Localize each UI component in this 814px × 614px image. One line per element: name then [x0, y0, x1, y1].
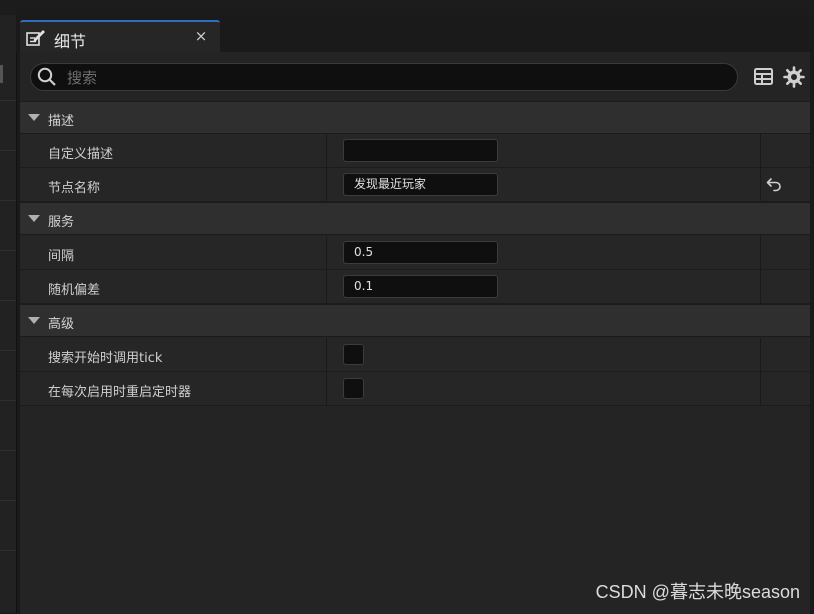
section-label: 高级 [48, 317, 75, 332]
property-row-random-deviation: 随机偏差 0.1 [20, 270, 810, 304]
column-divider[interactable] [326, 338, 327, 371]
property-row-interval: 间隔 0.5 [20, 236, 810, 270]
section-label: 服务 [48, 215, 75, 230]
left-panel-line [0, 250, 16, 251]
property-row-custom-description: 自定义描述 [20, 134, 810, 168]
left-panel-line [0, 100, 16, 101]
property-label: 随机偏差 [48, 283, 101, 298]
column-divider[interactable] [326, 270, 327, 303]
top-strip [0, 0, 814, 16]
left-panel-line [0, 150, 16, 151]
pencil-note-icon [26, 30, 45, 46]
reset-to-default-icon[interactable] [766, 176, 782, 192]
left-side-panel [0, 15, 17, 613]
property-row-call-tick-on-search-start: 搜索开始时调用tick [20, 338, 810, 372]
left-panel-line [0, 300, 16, 301]
table-view-icon[interactable] [753, 66, 775, 88]
watermark: CSDN @暮志未晚season [595, 582, 800, 602]
caret-down-icon [28, 215, 40, 222]
property-label: 搜索开始时调用tick [48, 351, 163, 366]
column-divider [760, 372, 761, 405]
random-deviation-field[interactable]: 0.1 [343, 275, 498, 298]
property-row-node-name: 节点名称 发现最近玩家 [20, 168, 810, 202]
search-icon [37, 67, 56, 86]
column-divider[interactable] [326, 372, 327, 405]
property-label: 间隔 [48, 249, 75, 264]
left-panel-line [0, 400, 16, 401]
tab-bar: 细节 × [16, 15, 814, 52]
tab-title: 细节 [54, 32, 87, 51]
section-label: 描述 [48, 114, 75, 129]
column-divider[interactable] [326, 236, 327, 269]
gear-icon[interactable] [783, 66, 805, 88]
left-panel-line [0, 550, 16, 551]
property-label: 在每次启用时重启定时器 [48, 385, 192, 400]
custom-description-field[interactable] [343, 139, 498, 162]
column-divider [760, 236, 761, 269]
interval-field[interactable]: 0.5 [343, 241, 498, 264]
left-panel-grip[interactable] [0, 65, 3, 83]
tab-details[interactable]: 细节 × [20, 20, 220, 52]
details-panel: 描述 自定义描述 节点名称 发现最近玩家 服务 间隔 0.5 随机偏差 0.1 … [20, 52, 810, 614]
search-box[interactable] [30, 63, 738, 91]
restart-timer-on-activation-checkbox[interactable] [343, 378, 364, 399]
section-advanced[interactable]: 高级 [20, 304, 810, 337]
column-divider [760, 134, 761, 167]
call-tick-on-search-start-checkbox[interactable] [343, 344, 364, 365]
close-icon[interactable]: × [192, 27, 210, 45]
section-description[interactable]: 描述 [20, 101, 810, 134]
column-divider [760, 270, 761, 303]
left-panel-line [0, 200, 16, 201]
property-label: 节点名称 [48, 181, 101, 196]
caret-down-icon [28, 317, 40, 324]
column-divider [760, 338, 761, 371]
left-panel-line [0, 500, 16, 501]
left-panel-line [0, 450, 16, 451]
caret-down-icon [28, 114, 40, 121]
column-divider [760, 168, 761, 201]
column-divider[interactable] [326, 168, 327, 201]
property-label: 自定义描述 [48, 147, 114, 162]
section-service[interactable]: 服务 [20, 202, 810, 235]
search-row [20, 52, 810, 102]
search-input[interactable] [65, 66, 729, 90]
node-name-field[interactable]: 发现最近玩家 [343, 173, 498, 196]
left-panel-line [0, 350, 16, 351]
property-row-restart-timer-on-activation: 在每次启用时重启定时器 [20, 372, 810, 406]
column-divider[interactable] [326, 134, 327, 167]
